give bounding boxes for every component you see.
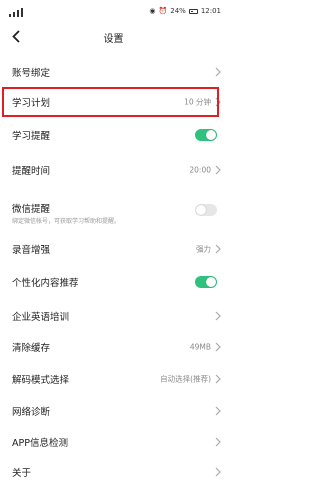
- settings-row-label: 关于: [12, 468, 32, 479]
- settings-row-label: 录音增强: [12, 245, 51, 256]
- settings-row-label: 个性化内容推荐: [12, 278, 79, 289]
- settings-row-label: 清除缓存: [12, 343, 51, 354]
- settings-row[interactable]: 个性化内容推荐: [0, 268, 227, 296]
- chevron-right-icon: [215, 244, 221, 254]
- chevron-right-icon: [215, 342, 221, 352]
- settings-row-label: 学习计划: [12, 98, 51, 109]
- battery-percent: 24%: [170, 7, 186, 15]
- settings-row-label: 提醒时间: [12, 166, 51, 177]
- eye-icon: ◉: [149, 7, 156, 15]
- settings-row[interactable]: 学习计划 10 分钟: [0, 88, 227, 116]
- settings-row[interactable]: 企业英语培训: [0, 302, 227, 330]
- page-title: 设置: [103, 34, 124, 45]
- toggle-switch[interactable]: [195, 129, 217, 141]
- alarm-icon: ⏰: [158, 7, 168, 15]
- settings-row[interactable]: 网络诊断: [0, 397, 227, 425]
- settings-row[interactable]: 解码模式选择 自动选择(推荐): [0, 365, 227, 393]
- status-bar: ◉ ⏰ 24% 12:01: [0, 0, 227, 24]
- toggle-knob: [206, 277, 216, 287]
- settings-row-value: 强力: [196, 244, 211, 254]
- settings-row-label: APP信息检测: [12, 438, 68, 449]
- status-time: 12:01: [200, 7, 221, 15]
- settings-row[interactable]: APP信息检测: [0, 428, 227, 456]
- battery-icon: [188, 8, 198, 14]
- settings-row-label: 企业英语培训: [12, 312, 70, 323]
- settings-row-label: 账号绑定: [12, 68, 51, 79]
- settings-row[interactable]: 关于: [0, 458, 227, 486]
- chevron-right-icon: [215, 165, 221, 175]
- chevron-right-icon: [215, 406, 221, 416]
- settings-row[interactable]: 清除缓存 49MB: [0, 333, 227, 361]
- chevron-right-icon: [215, 467, 221, 477]
- settings-row-label: 学习提醒: [12, 131, 51, 142]
- toggle-knob: [196, 205, 206, 215]
- settings-row[interactable]: 微信提醒绑定微信帐号，可获取学习帮助和提醒。: [0, 190, 227, 230]
- chevron-right-icon: [215, 67, 221, 77]
- nav-bar: 设置: [0, 24, 227, 50]
- settings-row-value: 自动选择(推荐): [160, 374, 211, 384]
- settings-row-value: 20:00: [189, 165, 211, 175]
- chevron-right-icon: [215, 97, 221, 107]
- chevron-right-icon: [215, 374, 221, 384]
- signal-icon: [9, 8, 23, 17]
- settings-row[interactable]: 提醒时间 20:00: [0, 156, 227, 184]
- settings-row-value: 49MB: [189, 342, 211, 352]
- toggle-switch[interactable]: [195, 204, 217, 216]
- settings-row[interactable]: 账号绑定: [0, 58, 227, 86]
- toggle-switch[interactable]: [195, 276, 217, 288]
- settings-row-label: 微信提醒: [12, 204, 51, 215]
- settings-row-description: 绑定微信帐号，可获取学习帮助和提醒。: [12, 218, 121, 225]
- settings-row[interactable]: 学习提醒: [0, 121, 227, 149]
- chevron-right-icon: [215, 311, 221, 321]
- settings-row-value: 10 分钟: [184, 97, 211, 107]
- toggle-knob: [206, 130, 216, 140]
- settings-row-label: 解码模式选择: [12, 375, 70, 386]
- settings-row-label: 网络诊断: [12, 407, 51, 418]
- settings-row[interactable]: 录音增强 强力: [0, 235, 227, 263]
- chevron-right-icon: [215, 437, 221, 447]
